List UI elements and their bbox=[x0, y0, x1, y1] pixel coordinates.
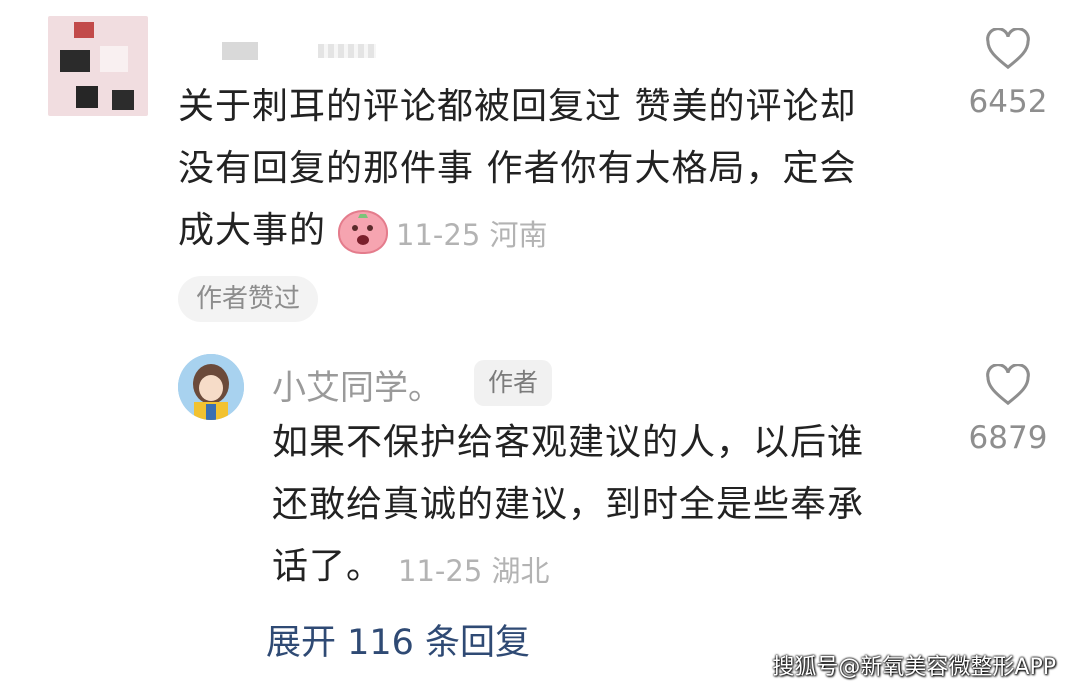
reply-username[interactable]: 小艾同学。 bbox=[272, 360, 442, 409]
reply-meta: 11-25 湖北 bbox=[398, 548, 550, 590]
commenter-name-redacted[interactable] bbox=[222, 42, 258, 60]
angry-face-emoji-icon bbox=[338, 210, 388, 254]
comment-meta: 11-25 河南 bbox=[396, 212, 548, 254]
reply-line-1: 如果不保护给客观建议的人，以后谁 bbox=[272, 422, 865, 463]
reply-location: 湖北 bbox=[491, 554, 550, 588]
comment-line-2: 没有回复的那件事 作者你有大格局，定会 bbox=[178, 148, 857, 189]
reply-user-avatar[interactable] bbox=[178, 354, 244, 420]
watermark: 搜狐号@新氧美容微整形APP bbox=[772, 655, 1056, 680]
author-liked-chip: 作者赞过 bbox=[178, 276, 319, 322]
commenter-info-redacted bbox=[318, 44, 376, 58]
commenter-avatar[interactable] bbox=[48, 16, 148, 116]
comment-line-1: 关于刺耳的评论都被回复过 赞美的评论却 bbox=[178, 86, 857, 127]
comment-like-count: 6452 bbox=[968, 84, 1048, 120]
reply-line-2: 还敢给真诚的建议，到时全是些奉承 bbox=[272, 484, 865, 525]
reply-like-count: 6879 bbox=[968, 420, 1048, 456]
heart-icon bbox=[986, 363, 1030, 406]
expand-replies-link[interactable]: 展开 116 条回复 bbox=[266, 614, 530, 665]
like-button-reply[interactable] bbox=[985, 363, 1031, 410]
comment-location: 河南 bbox=[489, 218, 548, 252]
reply-date: 11-25 bbox=[398, 554, 483, 588]
like-button-comment[interactable] bbox=[985, 27, 1031, 74]
author-badge: 作者 bbox=[474, 360, 553, 406]
reply-line-3: 话了。 bbox=[272, 546, 384, 587]
comment-line-3: 成大事的 bbox=[178, 210, 327, 251]
heart-icon bbox=[986, 27, 1030, 70]
comment-date: 11-25 bbox=[396, 218, 481, 252]
